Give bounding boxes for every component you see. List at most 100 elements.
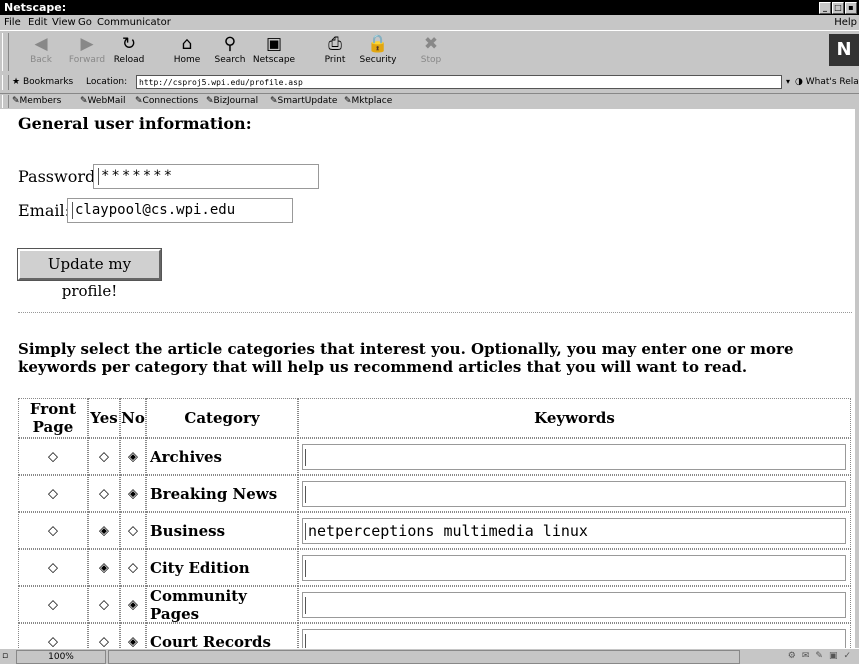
no-radio[interactable]: ◈ <box>128 487 138 500</box>
table-cell-category: Archives <box>146 438 298 475</box>
security-button[interactable]: 🔒 Security <box>355 33 401 71</box>
front-page-radio[interactable]: ◇ <box>48 635 58 648</box>
maximize-button[interactable]: □ <box>832 2 844 14</box>
netscape-icon: ▣ <box>265 34 283 54</box>
component-bar[interactable]: ⚙✉✎▣✓ <box>788 649 857 664</box>
stop-label: Stop <box>420 55 442 65</box>
netscape-logo[interactable]: N <box>829 34 859 66</box>
close-button[interactable]: ▪ <box>845 2 857 14</box>
category-label-breaking-news: Breaking News <box>150 484 278 503</box>
bookmarks-label: Bookmarks <box>22 77 74 87</box>
no-radio[interactable]: ◇ <box>128 561 138 574</box>
print-button[interactable]: ⎙ Print <box>312 33 358 71</box>
netscape-button[interactable]: ▣ Netscape <box>251 33 297 71</box>
personal-connections-label: Connections <box>142 96 199 106</box>
menu-communicator[interactable]: Communicator <box>97 15 171 30</box>
front-page-radio[interactable]: ◇ <box>48 561 58 574</box>
whats-related-label: What's Related <box>805 77 859 87</box>
whats-related-button[interactable]: ◑ What's Related <box>795 77 859 87</box>
stop-button[interactable]: ✖ Stop <box>408 33 454 71</box>
no-radio[interactable]: ◈ <box>128 635 138 648</box>
table-cell-keywords <box>298 438 851 475</box>
no-radio[interactable]: ◈ <box>128 598 138 611</box>
yes-radio[interactable]: ◇ <box>99 487 109 500</box>
yes-radio[interactable]: ◇ <box>99 450 109 463</box>
password-field[interactable]: ******* <box>93 164 319 189</box>
header-front-page: Front Page <box>18 398 88 438</box>
keywords-input-court-records[interactable] <box>302 629 846 648</box>
front-page-radio[interactable]: ◇ <box>48 598 58 611</box>
personal-smartupdate[interactable]: ✎ SmartUpdate <box>270 94 337 109</box>
front-page-radio[interactable]: ◇ <box>48 524 58 537</box>
vertical-scrollbar[interactable] <box>855 109 859 648</box>
header-category: Category <box>146 398 298 438</box>
personal-bizjournal[interactable]: ✎ BizJournal <box>206 94 258 109</box>
search-icon: ⚲ <box>223 34 237 54</box>
keywords-input-archives[interactable] <box>302 444 846 470</box>
front-page-radio[interactable]: ◇ <box>48 487 58 500</box>
front-page-radio[interactable]: ◇ <box>48 450 58 463</box>
search-button[interactable]: ⚲ Search <box>207 33 253 71</box>
back-button[interactable]: ◀ Back <box>18 33 64 71</box>
table-cell-keywords <box>298 475 851 512</box>
table-cell-front-page: ◇ <box>18 438 88 475</box>
home-label: Home <box>173 55 201 65</box>
location-toolbar: ★ Bookmarks Location: http://csproj5.wpi… <box>0 73 859 94</box>
personal-smartupdate-label: SmartUpdate <box>277 96 338 106</box>
table-cell-yes: ◇ <box>88 475 120 512</box>
stop-icon: ✖ <box>423 34 439 54</box>
yes-radio[interactable]: ◇ <box>99 598 109 611</box>
table-cell-keywords: netperceptions multimedia linux <box>298 512 851 549</box>
personal-connections[interactable]: ✎ Connections <box>135 94 198 109</box>
personal-mktplace[interactable]: ✎ Mktplace <box>344 94 392 109</box>
table-cell-keywords <box>298 623 851 648</box>
reload-button[interactable]: ↻ Reload <box>106 33 152 71</box>
table-cell-category: Breaking News <box>146 475 298 512</box>
yes-radio[interactable]: ◇ <box>99 635 109 648</box>
reload-label: Reload <box>113 55 145 65</box>
keywords-input-breaking-news[interactable] <box>302 481 846 507</box>
bookmarks-button[interactable]: ★ Bookmarks <box>12 77 73 87</box>
back-label: Back <box>30 55 52 65</box>
personal-members[interactable]: ✎ Members <box>12 94 61 109</box>
menu-view[interactable]: View <box>52 15 76 30</box>
menu-help[interactable]: Help <box>834 15 857 30</box>
menu-edit[interactable]: Edit <box>28 15 47 30</box>
menu-file[interactable]: File <box>4 15 21 30</box>
toolbar-grip[interactable] <box>2 33 9 71</box>
table-cell-no: ◈ <box>120 475 146 512</box>
keywords-value: netperceptions multimedia linux <box>308 522 588 540</box>
forward-button[interactable]: ▶ Forward <box>64 33 110 71</box>
keywords-input-city-edition[interactable] <box>302 555 846 581</box>
yes-radio[interactable]: ◈ <box>99 524 109 537</box>
minimize-button[interactable]: _ <box>819 2 831 14</box>
page-title: General user information: <box>18 114 252 133</box>
yes-radio[interactable]: ◈ <box>99 561 109 574</box>
keywords-input-community-pages[interactable] <box>302 592 846 618</box>
personal-webmail[interactable]: ✎ WebMail <box>80 94 125 109</box>
keywords-input-business[interactable]: netperceptions multimedia linux <box>302 518 846 544</box>
category-label-court-records: Court Records <box>150 632 271 649</box>
url-input[interactable]: http://csproj5.wpi.edu/profile.asp <box>136 75 782 89</box>
text-cursor-icon <box>305 634 307 648</box>
text-cursor-icon <box>305 486 307 503</box>
personal-members-label: Members <box>19 96 62 106</box>
menu-go[interactable]: Go <box>78 15 92 30</box>
table-cell-front-page: ◇ <box>18 623 88 648</box>
window-controls: _ □ ▪ <box>819 2 857 14</box>
chevron-down-icon[interactable]: ▾ <box>782 75 794 89</box>
update-profile-button[interactable]: Update my profile! <box>17 248 162 300</box>
no-radio[interactable]: ◈ <box>128 450 138 463</box>
location-grip[interactable] <box>2 75 9 90</box>
email-field[interactable]: claypool@cs.wpi.edu <box>67 198 293 223</box>
personal-grip[interactable] <box>2 95 9 108</box>
table-cell-no: ◈ <box>120 586 146 623</box>
table-cell-front-page: ◇ <box>18 549 88 586</box>
netscape-label: Netscape <box>252 55 296 65</box>
no-radio[interactable]: ◇ <box>128 524 138 537</box>
home-button[interactable]: ⌂ Home <box>164 33 210 71</box>
divider <box>18 312 852 313</box>
table-cell-yes: ◇ <box>88 438 120 475</box>
window-title: Netscape: <box>4 1 67 14</box>
text-cursor-icon <box>305 597 307 614</box>
